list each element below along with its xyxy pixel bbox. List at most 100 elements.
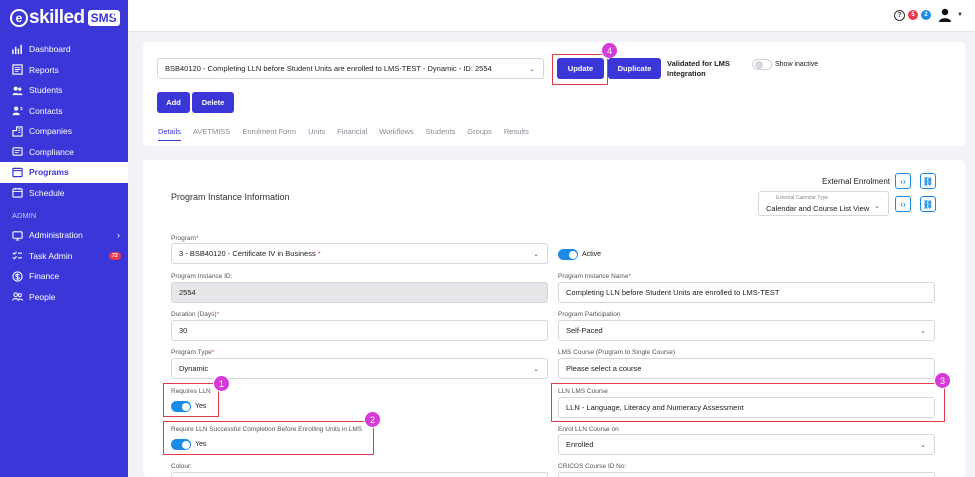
- external-calendar-type-select[interactable]: External Calendar Type Calendar and Cour…: [758, 191, 889, 216]
- tab-financial[interactable]: Financial: [337, 127, 367, 141]
- sidebar-item-dashboard[interactable]: Dashboard: [0, 39, 128, 60]
- requires-lln-value: Yes: [195, 403, 207, 410]
- code-embed-icon[interactable]: ‹›: [895, 173, 911, 189]
- tab-units[interactable]: Units: [308, 127, 325, 141]
- message-badge[interactable]: 2: [921, 10, 932, 20]
- instance-id-field: 2554: [171, 282, 548, 303]
- instance-name-input[interactable]: Completing LLN before Student Units are …: [558, 282, 935, 303]
- tab-workflows[interactable]: Workflows: [379, 127, 413, 141]
- require-lln-success-label: Require LLN Successful Completion Before…: [171, 426, 363, 433]
- active-label: Active: [582, 251, 602, 258]
- sidebar-item-label: Companies: [29, 126, 72, 137]
- cricos-input[interactable]: [558, 472, 935, 477]
- sidebar-item-contacts[interactable]: Contacts: [0, 101, 128, 122]
- require-lln-success-toggle[interactable]: [171, 439, 191, 450]
- sidebar-item-label: Contacts: [29, 105, 63, 116]
- duplicate-button[interactable]: Duplicate: [608, 58, 661, 79]
- colour-label: Colour:: [171, 463, 192, 470]
- validated-lms-label: Validated for LMS Integration: [667, 59, 730, 78]
- chevron-down-icon: ⌄: [874, 203, 880, 210]
- tab-students[interactable]: Students: [426, 127, 456, 141]
- tab-enrolment-form[interactable]: Enrolment Form: [242, 127, 296, 141]
- task-count-badge: 72: [108, 251, 121, 260]
- requires-lln-label: Requires LLN: [171, 388, 211, 395]
- sidebar-nav: Dashboard Reports Students Contacts Comp…: [0, 39, 128, 307]
- colour-input[interactable]: [171, 472, 548, 477]
- chevron-down-icon: ⌄: [920, 441, 926, 449]
- program-select[interactable]: 3 - BSB40120 - Certificate IV in Busines…: [171, 243, 548, 264]
- help-icon[interactable]: ?: [894, 9, 906, 21]
- sidebar-item-task-admin[interactable]: Task Admin 72: [0, 246, 128, 267]
- notification-badge[interactable]: 5: [908, 10, 919, 20]
- active-toggle[interactable]: [558, 249, 578, 260]
- chevron-right-icon: ›: [117, 230, 120, 241]
- sidebar-item-programs[interactable]: Programs: [0, 162, 128, 183]
- chevron-down-icon: ⌄: [533, 250, 539, 258]
- link-icon-2[interactable]: ⛓: [920, 196, 936, 212]
- calendar-type-value: Calendar and Course List View: [766, 204, 870, 213]
- instance-name-label: Program Instance Name*: [558, 273, 631, 280]
- chevron-down-icon: ⌄: [920, 327, 926, 335]
- delete-button[interactable]: Delete: [192, 92, 234, 113]
- students-icon: [12, 86, 23, 95]
- lln-lms-course-select[interactable]: LLN - Language, Literacy and Numeracy As…: [558, 397, 935, 418]
- lms-course-select[interactable]: Please select a course: [558, 358, 935, 379]
- program-value: 3 - BSB40120 - Certificate IV in Busines…: [179, 249, 316, 258]
- administration-icon: [12, 231, 23, 241]
- section-title: Program Instance Information: [171, 192, 290, 202]
- chevron-down-icon: ⌄: [533, 365, 539, 373]
- sidebar-item-label: Students: [29, 85, 63, 96]
- program-label-text: Program: [171, 235, 196, 242]
- callout-4: 4: [601, 42, 618, 59]
- sidebar-item-label: Programs: [29, 167, 69, 178]
- top-bar: ? 5 2 ▼: [128, 0, 975, 32]
- sidebar-item-administration[interactable]: Administration ›: [0, 225, 128, 246]
- sidebar-item-people[interactable]: People: [0, 287, 128, 308]
- instance-id-label: Program Instance ID:: [171, 273, 233, 280]
- sidebar-item-schedule[interactable]: Schedule: [0, 183, 128, 204]
- sidebar-item-label: Compliance: [29, 146, 74, 157]
- sidebar-item-students[interactable]: Students: [0, 80, 128, 101]
- program-instance-select[interactable]: BSB40120 - Completing LLN before Student…: [157, 58, 544, 79]
- program-type-select[interactable]: Dynamic ⌄: [171, 358, 548, 379]
- duration-label-text: Duration (Days): [171, 311, 217, 318]
- chevron-down-icon[interactable]: ▼: [957, 12, 963, 18]
- lln-lms-course-label: LLN LMS Course: [558, 388, 608, 395]
- top-bar-icons: ? 5 2 ▼: [894, 8, 963, 22]
- sidebar-item-finance[interactable]: Finance: [0, 266, 128, 287]
- task-icon: [12, 251, 23, 260]
- add-button[interactable]: Add: [157, 92, 190, 113]
- show-inactive-toggle[interactable]: [752, 59, 772, 70]
- chevron-down-icon: ⌄: [529, 65, 535, 73]
- logo[interactable]: e skilled SMS: [10, 6, 120, 30]
- finance-icon: [12, 271, 23, 282]
- collapse-sidebar-icon[interactable]: «: [111, 7, 118, 22]
- program-tabs: Details AVETMISS Enrolment Form Units Fi…: [158, 127, 541, 141]
- program-type-label-text: Program Type: [171, 349, 212, 356]
- sidebar-item-reports[interactable]: Reports: [0, 60, 128, 81]
- calendar-icon: [12, 188, 23, 198]
- participation-label: Program Participation: [558, 311, 621, 318]
- tab-groups[interactable]: Groups: [467, 127, 492, 141]
- link-icon[interactable]: ⛓: [920, 173, 936, 189]
- tab-results[interactable]: Results: [504, 127, 529, 141]
- sidebar-section-admin: ADMIN: [12, 210, 37, 220]
- sidebar-item-companies[interactable]: Companies: [0, 121, 128, 142]
- sidebar-item-compliance[interactable]: Compliance: [0, 142, 128, 163]
- tab-avetmiss[interactable]: AVETMISS: [193, 127, 230, 141]
- duration-input[interactable]: 30: [171, 320, 548, 341]
- requires-lln-toggle[interactable]: [171, 401, 191, 412]
- tab-details[interactable]: Details: [158, 127, 181, 141]
- participation-select[interactable]: Self-Paced ⌄: [558, 320, 935, 341]
- program-type-value: Dynamic: [179, 364, 209, 373]
- validated-line-1: Validated for LMS: [667, 59, 730, 68]
- sidebar-item-label: Schedule: [29, 187, 65, 198]
- callout-1: 1: [213, 375, 230, 392]
- user-avatar-icon[interactable]: [938, 8, 954, 22]
- program-type-label: Program Type*: [171, 349, 215, 356]
- enrol-lln-select[interactable]: Enrolled ⌄: [558, 434, 935, 455]
- update-highlight: [552, 54, 608, 85]
- code-embed-icon-2[interactable]: ‹›: [895, 196, 911, 212]
- sidebar-item-label: Dashboard: [29, 44, 71, 55]
- sidebar-item-label: Administration: [29, 230, 83, 241]
